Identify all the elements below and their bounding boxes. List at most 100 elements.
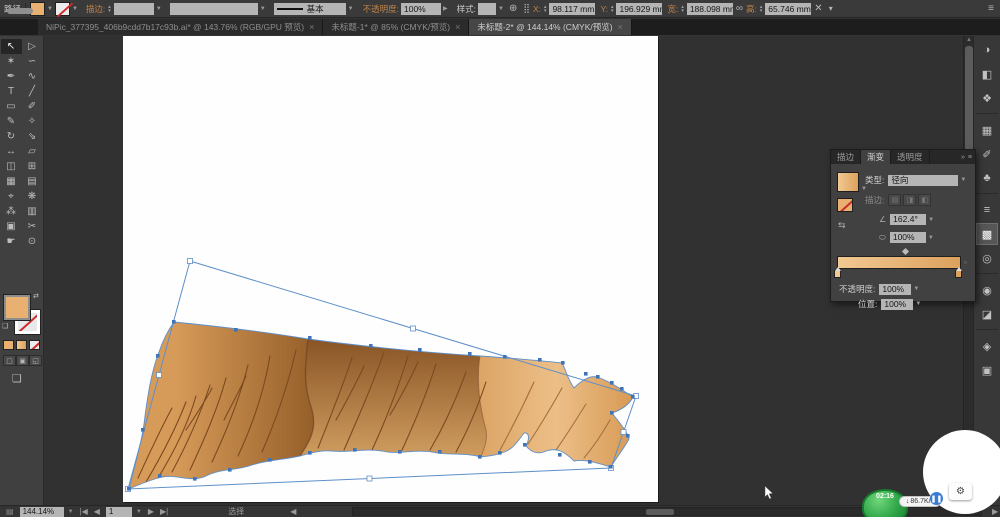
dock-color-guide-icon[interactable]: ◧ xyxy=(976,63,998,85)
recolor-artwork-icon[interactable]: ⊕ xyxy=(509,3,517,14)
stroke-weight-dropdown-icon[interactable]: ▼ xyxy=(156,6,162,12)
dock-gradient-icon[interactable]: ▩ xyxy=(976,223,998,245)
type-dropdown-icon[interactable]: ▼ xyxy=(960,177,966,183)
settings-chip[interactable]: ⚙ xyxy=(949,483,972,500)
y-field[interactable]: 196.929 mm xyxy=(616,2,663,15)
stroke-dropdown-icon[interactable]: ▼ xyxy=(72,6,78,12)
zoom-level-field[interactable]: 144.14% xyxy=(19,506,64,517)
tool-pencil[interactable]: ✎ xyxy=(1,114,22,129)
document-tab-1[interactable]: NiPic_377395_406b9cdd7b17c93b.ai* @ 143.… xyxy=(38,19,324,35)
artboard-dropdown-icon[interactable]: ▼ xyxy=(136,509,142,515)
panel-collapse-icon[interactable]: ≡ xyxy=(988,3,994,14)
gradient-slider[interactable] xyxy=(837,256,961,269)
tool-selection[interactable]: ↖ xyxy=(0,39,22,54)
color-button[interactable] xyxy=(3,340,14,350)
variable-width-field[interactable] xyxy=(169,2,258,15)
dock-appearance-icon[interactable]: ◉ xyxy=(976,279,998,301)
transform-icon[interactable]: ✕ xyxy=(814,3,822,14)
aspect-dropdown-icon[interactable]: ▼ xyxy=(928,235,934,241)
document-tab-3-active[interactable]: 未标题-2* @ 144.14% (CMYK/预览) × xyxy=(469,19,632,35)
last-artboard-icon[interactable]: ▶| xyxy=(160,507,168,516)
tool-type[interactable]: T xyxy=(1,84,22,99)
tool-direct-selection[interactable]: ▷ xyxy=(22,39,43,54)
dock-stroke-icon[interactable]: ≡ xyxy=(976,199,998,221)
stroke-weight-label[interactable]: 描边: xyxy=(86,3,105,15)
none-button[interactable] xyxy=(29,340,40,350)
reverse-gradient-icon[interactable]: ⇆ xyxy=(838,220,846,231)
fill-dropdown-icon[interactable]: ▼ xyxy=(47,6,53,12)
tool-free-transform[interactable]: ▱ xyxy=(22,144,43,159)
variable-width-dropdown-icon[interactable]: ▼ xyxy=(260,6,266,12)
tab-stroke[interactable]: 描边 xyxy=(831,150,862,164)
height-field[interactable]: 65.746 mm xyxy=(765,2,812,15)
tool-line-segment[interactable]: ╱ xyxy=(22,84,43,99)
collapse-panel-icon[interactable]: » xyxy=(961,154,965,161)
vertical-scroll-thumb[interactable] xyxy=(965,46,973,151)
angle-field[interactable]: 162.4° xyxy=(890,214,927,225)
swap-fill-stroke-icon[interactable]: ⇄ xyxy=(33,292,39,300)
dock-symbols-icon[interactable]: ♣ xyxy=(976,167,998,189)
tool-gradient[interactable]: ▤ xyxy=(22,174,43,189)
fill-indicator[interactable] xyxy=(4,295,30,320)
stroke-along-icon[interactable]: ◨ xyxy=(903,194,917,206)
gradient-presets-icon[interactable]: ▼ xyxy=(861,186,867,192)
dock-color-icon[interactable]: ◑ xyxy=(976,39,998,61)
dock-transparency-icon[interactable]: ◎ xyxy=(976,247,998,269)
draw-behind-button[interactable]: ▣ xyxy=(16,355,29,366)
panel-menu-icon[interactable]: ≡ xyxy=(968,154,972,161)
stroke-within-icon[interactable]: ▤ xyxy=(888,194,902,206)
x-stepper[interactable]: ▲ ▼ xyxy=(543,4,547,13)
bark-shape[interactable] xyxy=(129,322,633,489)
tool-paintbrush[interactable]: ✐ xyxy=(22,99,43,114)
tool-width[interactable]: ↔ xyxy=(1,144,22,159)
close-icon[interactable]: × xyxy=(309,22,314,32)
width-stepper[interactable]: ▲ ▼ xyxy=(680,4,684,13)
tool-zoom[interactable]: ⊙ xyxy=(22,234,43,249)
tool-rotate[interactable]: ↻ xyxy=(1,129,22,144)
horizontal-scroll-thumb[interactable] xyxy=(646,509,674,515)
constrain-proportions-icon[interactable]: ∞ xyxy=(736,3,743,14)
gradient-button[interactable] xyxy=(16,340,27,350)
tool-shaper[interactable]: ✧ xyxy=(22,114,43,129)
tool-hand[interactable]: ☛ xyxy=(1,234,22,249)
height-stepper[interactable]: ▲ ▼ xyxy=(759,4,763,13)
opacity-label[interactable]: 不透明度: xyxy=(363,3,399,15)
default-fill-stroke-icon[interactable]: ❏ xyxy=(2,322,8,330)
width-field[interactable]: 188.098 mm xyxy=(686,2,733,15)
close-icon[interactable]: × xyxy=(455,22,460,32)
style-dropdown-icon[interactable]: ▼ xyxy=(498,6,504,12)
dock-layers-icon[interactable]: ◈ xyxy=(976,335,998,357)
tool-slice[interactable]: ✂ xyxy=(22,219,43,234)
gradient-stop-right[interactable] xyxy=(955,267,962,278)
tool-scale[interactable]: ⇘ xyxy=(22,129,43,144)
location-dropdown-icon[interactable]: ▼ xyxy=(915,301,921,307)
hscroll-left-icon[interactable]: ◀ xyxy=(290,507,296,516)
panel-opacity-field[interactable]: 100% xyxy=(879,283,912,295)
location-field[interactable]: 100% xyxy=(881,298,914,310)
gradient-midpoint-marker[interactable] xyxy=(901,247,910,256)
tool-mesh[interactable]: ▦ xyxy=(1,174,22,189)
brush-dropdown-icon[interactable]: ▼ xyxy=(348,6,354,12)
align-dropdown-icon[interactable]: ▾ xyxy=(829,4,833,13)
tool-artboard[interactable]: ▣ xyxy=(1,219,22,234)
aspect-ratio-field[interactable]: 100% xyxy=(889,232,926,243)
draw-inside-button[interactable]: ◱ xyxy=(29,355,42,366)
stroke-gradient-swatch[interactable] xyxy=(837,198,853,212)
tool-shape-builder[interactable]: ◫ xyxy=(1,159,22,174)
tool-graph[interactable]: ▥ xyxy=(22,204,43,219)
prev-artboard-icon[interactable]: ◀ xyxy=(94,507,100,516)
dock-pattern-options-icon[interactable]: ❖ xyxy=(976,87,998,109)
artboard-number-field[interactable]: 1 xyxy=(105,506,132,517)
tab-gradient[interactable]: 渐变 xyxy=(861,150,892,164)
stroke-weight-stepper[interactable]: ▲ ▼ xyxy=(107,4,111,13)
screen-mode-button[interactable]: ❏ xyxy=(12,372,22,385)
canvas-area[interactable] xyxy=(44,36,963,505)
tool-rectangle[interactable]: ▭ xyxy=(1,99,22,114)
gradient-stop-left[interactable] xyxy=(834,267,841,278)
dock-brushes-icon[interactable]: ✐ xyxy=(976,143,998,165)
hscroll-right-icon[interactable]: ▶ xyxy=(992,507,998,516)
zoom-dropdown-icon[interactable]: ▼ xyxy=(68,509,74,515)
angle-dropdown-icon[interactable]: ▼ xyxy=(928,217,934,223)
close-icon[interactable]: × xyxy=(618,22,623,32)
first-artboard-icon[interactable]: |◀ xyxy=(80,507,88,516)
